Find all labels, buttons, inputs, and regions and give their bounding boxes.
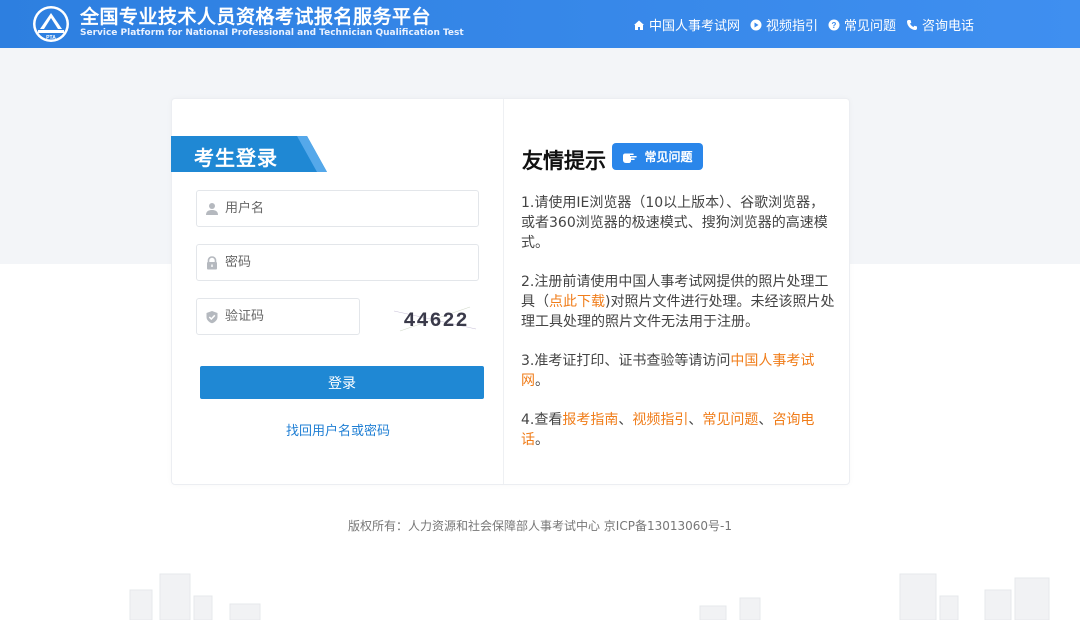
- username-field[interactable]: [196, 190, 479, 227]
- nav-item-faq[interactable]: ? 常见问题: [828, 15, 896, 34]
- logo-icon: PTA: [33, 6, 69, 42]
- site-subtitle: Service Platform for National Profession…: [80, 28, 464, 38]
- video-guide-link[interactable]: 视频指引: [632, 412, 688, 428]
- tips-list: 1.请使用IE浏览器（10以上版本）、谷歌浏览器，或者360浏览器的极速模式、搜…: [521, 193, 837, 469]
- captcha-input[interactable]: [225, 309, 359, 324]
- home-icon: [633, 20, 644, 30]
- svg-text:?: ?: [832, 21, 837, 30]
- forgot-credentials-link[interactable]: 找回用户名或密码: [200, 420, 476, 439]
- card-divider: [503, 99, 504, 484]
- tip-item-links: 4.查看报考指南、视频指引、常见问题、咨询电话。: [521, 412, 815, 448]
- captcha-text: 44622: [403, 310, 468, 333]
- city-skyline-decoration: [129, 573, 1050, 620]
- username-input[interactable]: [225, 201, 478, 216]
- nav-item-label: 常见问题: [843, 19, 896, 34]
- top-nav: 中国人事考试网 视频指引 ? 常见问题 咨询电话: [633, 15, 974, 34]
- nav-item-label: 中国人事考试网: [648, 19, 740, 34]
- user-icon: [206, 202, 218, 215]
- faq-badge-button[interactable]: 常见问题: [612, 143, 703, 170]
- site-title: 全国专业技术人员资格考试报名服务平台: [80, 6, 432, 28]
- question-icon: ?: [828, 19, 840, 30]
- captcha-image[interactable]: 44622: [390, 299, 482, 339]
- faq-link[interactable]: 常见问题: [702, 412, 758, 428]
- password-input[interactable]: [225, 255, 478, 270]
- phone-icon: [906, 19, 917, 30]
- password-field[interactable]: [196, 244, 479, 281]
- nav-item-video-guide[interactable]: 视频指引: [750, 15, 818, 34]
- faq-badge-label: 常见问题: [644, 150, 693, 164]
- nav-item-cpta[interactable]: 中国人事考试网: [633, 15, 740, 34]
- tips-title: 友情提示: [522, 149, 606, 173]
- login-title: 考生登录: [194, 146, 278, 170]
- pointing-hand-icon: [623, 153, 638, 163]
- captcha-field[interactable]: [196, 298, 360, 335]
- footer-copyright: 版权所有：人力资源和社会保障部人事考试中心 京ICP备13013060号-1: [347, 519, 732, 533]
- site-header: PTA 全国专业技术人员资格考试报名服务平台 Service Platform …: [0, 0, 1080, 48]
- nav-item-label: 视频指引: [765, 19, 818, 34]
- play-icon: [750, 19, 762, 30]
- tip-item-photo-tool: 2.注册前请使用中国人事考试网提供的照片处理工具（点此下载)对照片文件进行处理。…: [521, 274, 835, 330]
- tip-item-admission: 3.准考证打印、证书查验等请访问中国人事考试网。: [521, 353, 815, 389]
- exam-guide-link[interactable]: 报考指南: [562, 412, 618, 428]
- login-card: 考生登录 44622 登录 找回用户名或密码 友情提示 常见问题 1.请使用IE…: [171, 98, 850, 485]
- photo-tool-download-link[interactable]: 点此下载: [549, 294, 605, 310]
- shield-check-icon: [206, 310, 218, 323]
- tip-item-browser: 1.请使用IE浏览器（10以上版本）、谷歌浏览器，或者360浏览器的极速模式、搜…: [521, 195, 828, 251]
- nav-item-hotline[interactable]: 咨询电话: [906, 15, 974, 34]
- nav-item-label: 咨询电话: [921, 19, 974, 34]
- login-button[interactable]: 登录: [200, 366, 484, 399]
- lock-icon: [207, 255, 217, 269]
- logo-text: PTA: [46, 35, 56, 41]
